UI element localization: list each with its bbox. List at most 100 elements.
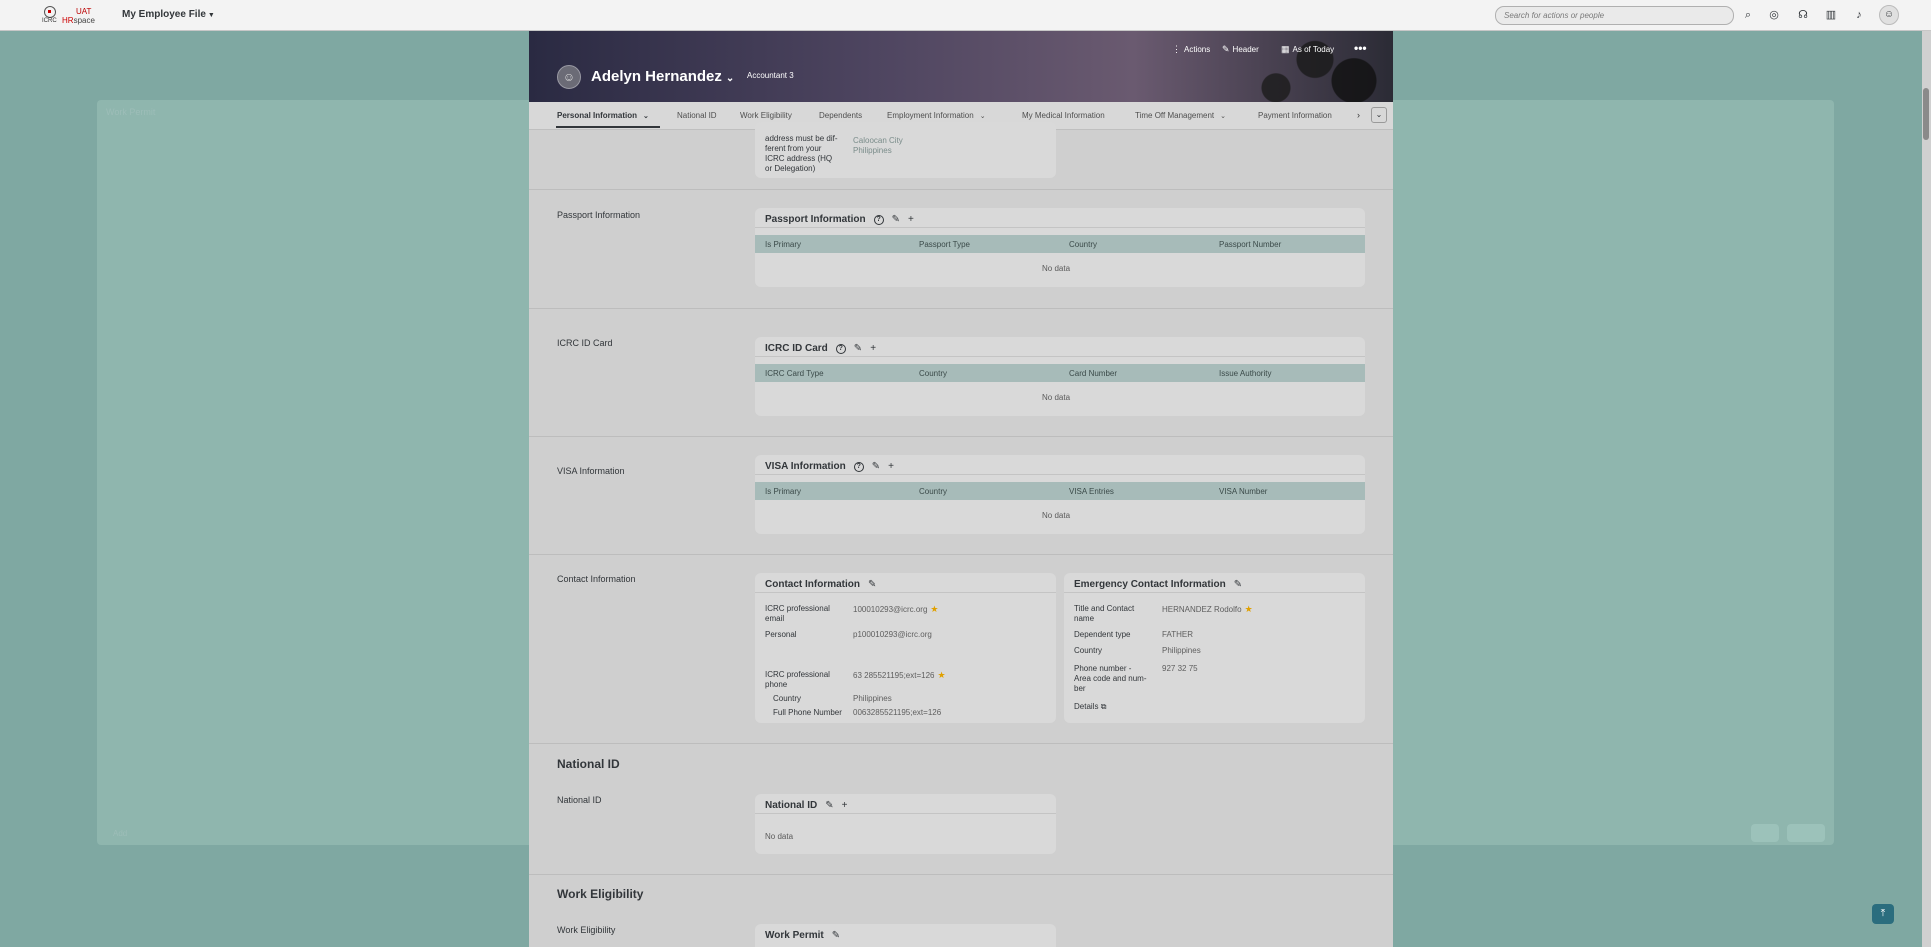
profile-header: ☺ Adelyn Hernandez ⌄ Accountant 3 ⋮ Action… bbox=[529, 31, 1393, 102]
logo-hrspace-text: HRspace bbox=[62, 16, 95, 25]
visa-table-header: Is Primary Country VISA Entries VISA Num… bbox=[755, 482, 1365, 500]
address-country: Philippines bbox=[853, 146, 892, 155]
background-save-button bbox=[1751, 824, 1779, 842]
actions-button[interactable]: ⋮ Actions bbox=[1172, 44, 1210, 55]
help-icon[interactable]: ? bbox=[873, 214, 884, 225]
plus-icon[interactable]: + bbox=[888, 461, 894, 472]
details-link[interactable]: Details ⧉ bbox=[1074, 702, 1106, 712]
address-note-line-1: address must be dif- bbox=[765, 134, 838, 143]
section-divider bbox=[529, 554, 1393, 555]
scroll-to-top-button[interactable]: ⤒ bbox=[1872, 904, 1894, 924]
personal-email-value: p100010293@icrc.org bbox=[853, 630, 932, 639]
dependent-type-value: FATHER bbox=[1162, 630, 1193, 639]
chevron-down-icon: ⌄ bbox=[643, 113, 649, 120]
pencil-icon[interactable]: ✎ bbox=[1234, 579, 1242, 590]
app-title-menu[interactable]: My Employee File ▼ bbox=[122, 9, 215, 20]
section-divider bbox=[529, 874, 1393, 875]
full-phone-label: Full Phone Number bbox=[773, 708, 842, 717]
phone-label-line-2: phone bbox=[765, 680, 788, 689]
caret-down-icon: ▼ bbox=[207, 12, 215, 19]
empty-table-message: No data bbox=[1042, 511, 1071, 520]
visa-card: VISA Information? ✎ + Is Primary Country V… bbox=[755, 455, 1365, 534]
address-note-line-3: ICRC address (HQ bbox=[765, 154, 833, 163]
icrc-id-section-label: ICRC ID Card bbox=[557, 338, 613, 348]
pencil-icon[interactable]: ✎ bbox=[872, 461, 880, 472]
book-icon[interactable]: ▥ bbox=[1824, 8, 1838, 22]
national-id-section-label: National ID bbox=[557, 795, 602, 805]
background-dialog-title: Work Permit bbox=[106, 107, 156, 117]
employee-job-title: Accountant 3 bbox=[747, 71, 794, 80]
star-icon: ★ bbox=[1244, 604, 1253, 614]
employee-file-page: ☺ Adelyn Hernandez ⌄ Accountant 3 ⋮ Action… bbox=[529, 31, 1393, 947]
pencil-icon[interactable]: ✎ bbox=[854, 343, 862, 354]
header-edit-button[interactable]: ✎ Header bbox=[1222, 44, 1259, 55]
hrspace-logo[interactable]: ICRC UAT HRspace bbox=[38, 6, 98, 26]
tab-time-off-management[interactable]: Time Off Management ⌄ bbox=[1135, 111, 1226, 120]
visa-section-label: VISA Information bbox=[557, 466, 625, 476]
personal-information-content: address must be dif- ferent from your IC… bbox=[529, 122, 1393, 947]
work-permit-card-title: Work Permit ✎ bbox=[765, 930, 841, 941]
column-header: VISA Entries bbox=[1069, 487, 1114, 496]
email-label: ICRC professional bbox=[765, 604, 830, 613]
professional-phone-value: 63 285521195;ext=126 ★ bbox=[853, 670, 946, 680]
column-header: Issue Authority bbox=[1219, 369, 1272, 378]
tab-work-eligibility[interactable]: Work Eligibility bbox=[740, 111, 792, 120]
tab-payment-information[interactable]: Payment Information bbox=[1258, 111, 1332, 120]
pencil-icon[interactable]: ✎ bbox=[825, 800, 833, 811]
passport-card: Passport Information? ✎ + Is Primary Passp… bbox=[755, 208, 1365, 287]
tab-national-id[interactable]: National ID bbox=[677, 111, 717, 120]
bell-icon[interactable]: ♪ bbox=[1852, 8, 1866, 22]
help-icon[interactable]: ? bbox=[835, 343, 846, 354]
details-icon: ⧉ bbox=[1100, 702, 1107, 711]
pencil-icon[interactable]: ✎ bbox=[892, 214, 900, 225]
tab-personal-information[interactable]: Personal Information ⌄ bbox=[557, 111, 649, 120]
page-scrollbar[interactable] bbox=[1922, 31, 1931, 947]
tab-my-medical-information[interactable]: My Medical Information bbox=[1022, 111, 1105, 120]
empty-table-message: No data bbox=[1042, 264, 1071, 273]
as-of-today-button[interactable]: ▦ As of Today bbox=[1281, 44, 1334, 55]
chevron-right-icon[interactable]: › bbox=[1357, 110, 1360, 120]
column-header: VISA Number bbox=[1219, 487, 1268, 496]
emergency-phone-label-line-3: ber bbox=[1074, 684, 1086, 693]
contact-section-label: Contact Information bbox=[557, 574, 636, 584]
check-circle-icon[interactable]: ◎ bbox=[1767, 8, 1781, 22]
search-icon[interactable]: ⌕ bbox=[1741, 8, 1755, 22]
user-avatar-button[interactable]: ☺ bbox=[1879, 5, 1899, 25]
pencil-icon[interactable]: ✎ bbox=[868, 579, 876, 590]
emergency-country-value: Philippines bbox=[1162, 646, 1201, 655]
search-input[interactable]: Search for actions or people bbox=[1495, 6, 1734, 25]
tab-employment-information[interactable]: Employment Information ⌄ bbox=[887, 111, 986, 120]
background-add-link: Add bbox=[113, 829, 128, 838]
more-options-icon[interactable]: ••• bbox=[1354, 41, 1367, 55]
emergency-phone-label-line-2: Area code and num- bbox=[1074, 674, 1147, 683]
passport-table-header: Is Primary Passport Type Country Passpor… bbox=[755, 235, 1365, 253]
tab-overflow-button[interactable]: ⌄ bbox=[1371, 107, 1387, 123]
column-header: Card Number bbox=[1069, 369, 1118, 378]
employee-avatar: ☺ bbox=[557, 65, 581, 89]
personal-email-label: Personal bbox=[765, 630, 797, 639]
card-separator bbox=[755, 356, 1365, 357]
full-phone-value: 0063285521195;ext=126 bbox=[853, 708, 942, 717]
pencil-icon[interactable]: ✎ bbox=[832, 930, 840, 941]
plus-icon[interactable]: + bbox=[870, 343, 876, 354]
plus-icon[interactable]: + bbox=[842, 800, 848, 811]
passport-card-title: Passport Information? ✎ + bbox=[765, 214, 914, 225]
scrollbar-thumb[interactable] bbox=[1923, 88, 1929, 140]
background-cancel-button bbox=[1787, 824, 1825, 842]
icrc-id-card-title: ICRC ID Card? ✎ + bbox=[765, 343, 877, 354]
card-separator bbox=[1064, 592, 1365, 593]
vertical-dots-icon: ⋮ bbox=[1172, 44, 1181, 54]
icrc-id-table-header: ICRC Card Type Country Card Number Issue… bbox=[755, 364, 1365, 382]
employee-name-menu[interactable]: Adelyn Hernandez ⌄ bbox=[591, 68, 734, 85]
emergency-contact-card: Emergency Contact Information ✎ Title and… bbox=[1064, 573, 1365, 723]
contact-name-label: Title and Contact bbox=[1074, 604, 1135, 613]
help-icon[interactable]: ? bbox=[853, 461, 864, 472]
column-header: Country bbox=[1069, 240, 1098, 249]
tab-dependents[interactable]: Dependents bbox=[819, 111, 862, 120]
column-header: Passport Type bbox=[919, 240, 970, 249]
pencil-icon: ✎ bbox=[1222, 44, 1230, 54]
headset-icon[interactable]: ☊ bbox=[1796, 8, 1810, 22]
plus-icon[interactable]: + bbox=[908, 214, 914, 225]
empty-card-message: No data bbox=[765, 832, 794, 841]
address-note-line-2: ferent from your bbox=[765, 144, 822, 153]
